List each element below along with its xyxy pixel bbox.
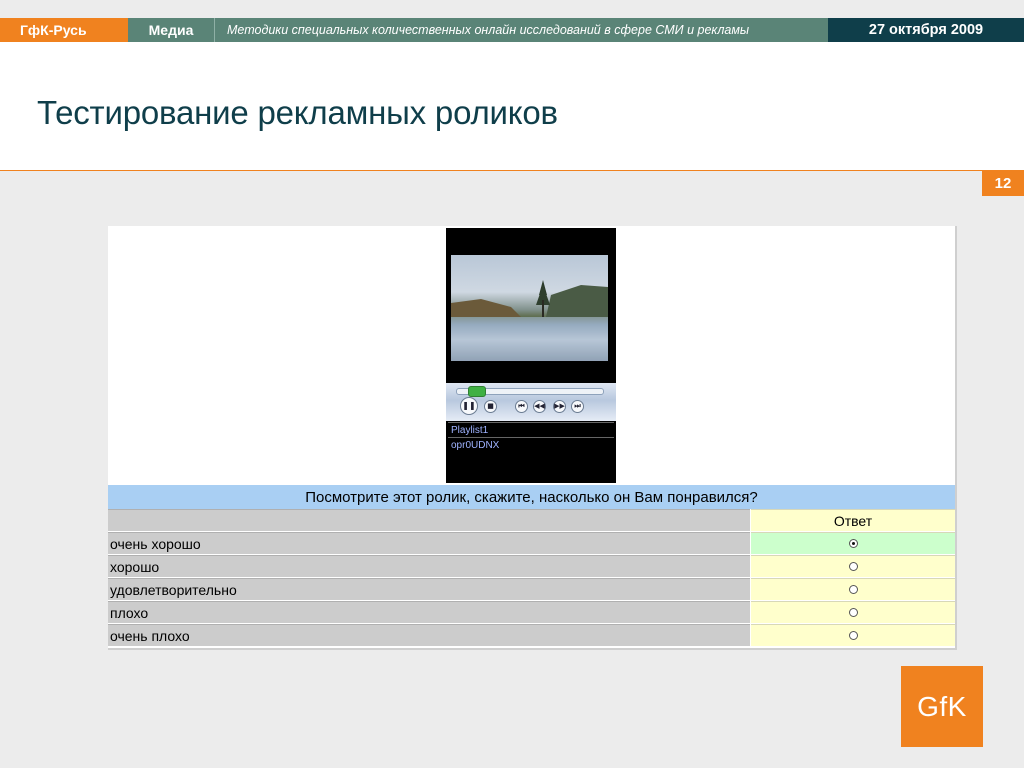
answer-header: Ответ bbox=[833, 512, 873, 529]
seek-thumb[interactable] bbox=[467, 386, 486, 397]
option-label: очень плохо bbox=[108, 624, 750, 646]
playlist-title[interactable]: Playlist1 bbox=[448, 422, 614, 438]
page-title: Тестирование рекламных роликов bbox=[37, 94, 558, 131]
player-controls: ❚❚ ■ ⏮ ◀◀ ▶▶ ⏭ bbox=[446, 383, 616, 421]
pause-icon[interactable]: ❚❚ bbox=[460, 397, 478, 415]
radio-button[interactable] bbox=[848, 585, 858, 594]
survey-question: Посмотрите этот ролик, скажите, наскольк… bbox=[108, 485, 955, 509]
option-row: очень плохо bbox=[108, 624, 955, 646]
radio-button-selected[interactable] bbox=[848, 539, 858, 548]
option-cell[interactable] bbox=[751, 555, 955, 577]
header-date: 27 октября 2009 bbox=[828, 18, 1024, 42]
radio-button[interactable] bbox=[848, 562, 858, 571]
brand-label: ГфК-Русь bbox=[0, 18, 128, 42]
header-label-cell bbox=[108, 509, 750, 531]
option-label: хорошо bbox=[108, 555, 750, 577]
rewind-icon[interactable]: ◀◀ bbox=[533, 400, 546, 413]
option-cell[interactable] bbox=[751, 601, 955, 623]
playlist-item[interactable]: opr0UDNX bbox=[448, 438, 614, 454]
section-label: Медиа bbox=[128, 18, 214, 42]
fast-forward-icon[interactable]: ▶▶ bbox=[553, 400, 566, 413]
next-icon[interactable]: ⏭ bbox=[571, 400, 584, 413]
option-cell[interactable] bbox=[751, 624, 955, 646]
video-frame[interactable] bbox=[451, 255, 608, 361]
page-number-badge: 12 bbox=[982, 171, 1024, 196]
option-row: плохо bbox=[108, 601, 955, 623]
option-label: удовлетворительно bbox=[108, 578, 750, 600]
radio-button[interactable] bbox=[848, 608, 858, 617]
media-player[interactable]: ❚❚ ■ ⏮ ◀◀ ▶▶ ⏭ Playlist1 opr0UDNX bbox=[446, 228, 616, 483]
option-row: удовлетворительно bbox=[108, 578, 955, 600]
header-description: Методики специальных количественных онла… bbox=[214, 18, 828, 42]
radio-button[interactable] bbox=[848, 631, 858, 640]
option-label: очень хорошо bbox=[108, 532, 750, 554]
stop-icon[interactable]: ■ bbox=[484, 400, 497, 413]
option-label: плохо bbox=[108, 601, 750, 623]
answer-header-row: Ответ bbox=[108, 509, 955, 531]
top-header-bar: ГфК-Русь Медиа Методики специальных коли… bbox=[0, 18, 1024, 42]
answer-header-cell: Ответ bbox=[751, 509, 955, 531]
previous-icon[interactable]: ⏮ bbox=[515, 400, 528, 413]
landscape-image bbox=[451, 280, 608, 361]
orange-divider bbox=[0, 170, 1024, 171]
survey-panel: ❚❚ ■ ⏮ ◀◀ ▶▶ ⏭ Playlist1 opr0UDNX Посмот… bbox=[108, 226, 957, 650]
gfk-logo: GfK bbox=[901, 666, 983, 747]
option-row: хорошо bbox=[108, 555, 955, 577]
option-cell[interactable] bbox=[751, 532, 955, 554]
option-cell[interactable] bbox=[751, 578, 955, 600]
option-row: очень хорошо bbox=[108, 532, 955, 554]
